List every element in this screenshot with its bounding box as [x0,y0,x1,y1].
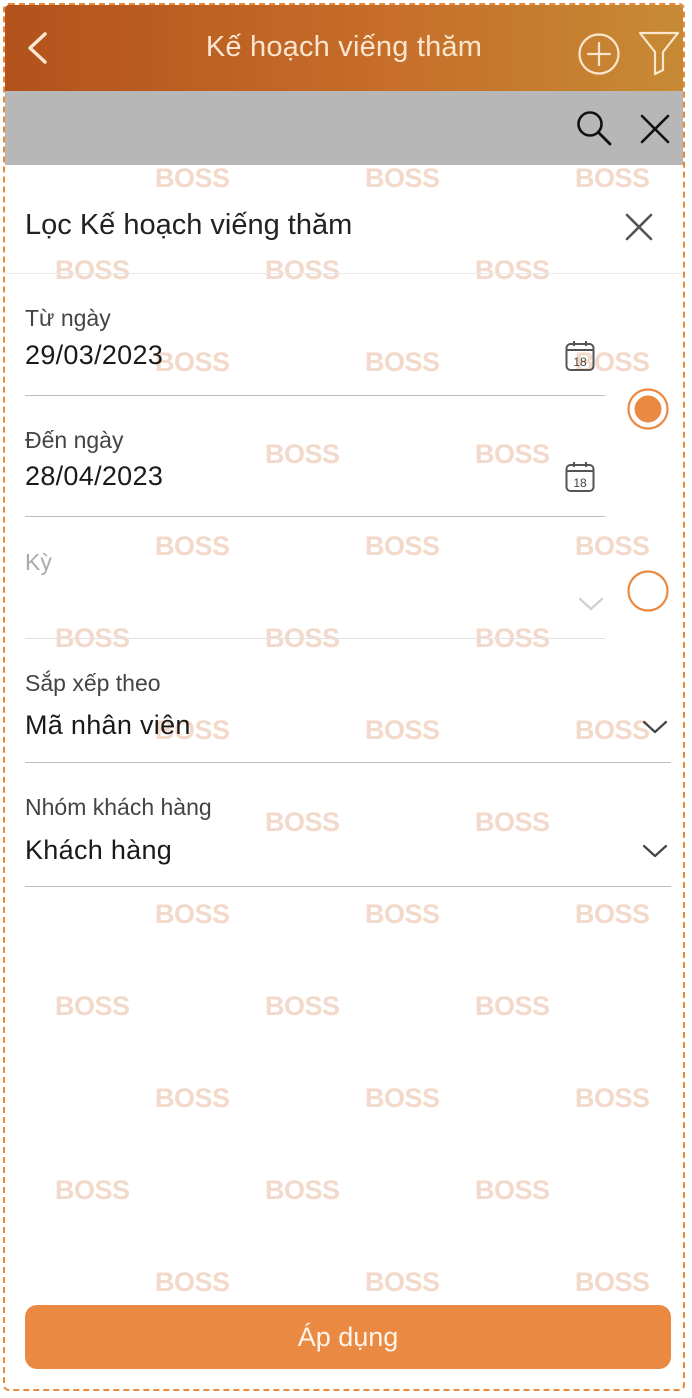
watermark: BOSS [575,163,650,193]
watermark: BOSS [155,163,230,193]
watermark: BOSS [155,1083,230,1113]
period-radio[interactable] [627,570,669,612]
customer-group-underline [25,886,671,887]
from-date-value[interactable]: 29/03/2023 [25,340,163,371]
watermark: BOSS [265,991,340,1021]
calendar-icon[interactable]: 18 [565,461,595,493]
watermark: BOSS [365,715,440,745]
calendar-day-number: 18 [573,476,587,490]
watermark: BOSS [365,531,440,561]
watermark: BOSS [475,991,550,1021]
watermark: BOSS [265,1175,340,1205]
watermark: BOSS [365,1267,440,1297]
watermark: BOSS [365,1083,440,1113]
to-date-underline [25,516,605,517]
page-title: Kế hoạch viếng thăm [205,31,483,63]
search-icon[interactable] [575,109,613,147]
chevron-down-icon[interactable] [577,596,605,612]
chevron-down-icon[interactable] [641,843,669,859]
close-sheet-icon[interactable] [621,209,657,245]
watermark: BOSS [575,1267,650,1297]
period-underline [25,638,605,639]
sort-by-label: Sắp xếp theo [25,670,161,696]
watermark: BOSS [155,899,230,929]
watermark: BOSS [265,255,340,285]
sheet-divider [5,273,683,274]
to-date-label: Đến ngày [25,427,124,453]
watermark: BOSS [155,347,230,377]
from-date-label: Từ ngày [25,305,111,331]
sort-by-underline [25,762,671,763]
sort-by-value[interactable]: Mã nhân viên [25,710,191,741]
date-range-radio[interactable] [627,388,669,430]
watermark: BOSS [575,899,650,929]
period-label: Kỳ [25,549,52,575]
watermark: BOSS [475,807,550,837]
watermark: BOSS [575,531,650,561]
search-bar [5,91,683,165]
watermark: BOSS [365,163,440,193]
calendar-icon[interactable]: 18 [565,340,595,372]
calendar-day-number: 18 [573,355,587,369]
watermark: BOSS [265,439,340,469]
from-date-underline [25,395,605,396]
watermark: BOSS [575,715,650,745]
filter-funnel-icon[interactable] [637,30,681,76]
watermark: BOSS [155,1267,230,1297]
watermark: BOSS [475,1175,550,1205]
clear-search-icon[interactable] [637,111,673,147]
watermark: BOSS [265,807,340,837]
customer-group-value[interactable]: Khách hàng [25,835,172,866]
chevron-down-icon[interactable] [641,719,669,735]
top-nav-bar: Kế hoạch viếng thăm [5,5,683,91]
to-date-value[interactable]: 28/04/2023 [25,461,163,492]
apply-button[interactable]: Áp dụng [25,1305,671,1369]
watermark: BOSS [55,255,130,285]
add-circle-icon[interactable] [577,32,621,76]
watermark: BOSS [365,347,440,377]
back-arrow-icon[interactable] [23,31,53,65]
screen-frame: Kế hoạch viếng thăm BOSS BOSS BOSS BOSS … [3,3,685,1391]
watermark: BOSS [475,439,550,469]
customer-group-label: Nhóm khách hàng [25,794,212,820]
watermark: BOSS [475,255,550,285]
watermark: BOSS [55,991,130,1021]
watermark: BOSS [55,1175,130,1205]
watermark: BOSS [365,899,440,929]
filter-sheet: BOSS BOSS BOSS BOSS BOSS BOSS BOSS BOSS … [5,163,683,1389]
sheet-title: Lọc Kế hoạch viếng thăm [25,209,353,241]
watermark: BOSS [155,531,230,561]
watermark: BOSS [575,1083,650,1113]
